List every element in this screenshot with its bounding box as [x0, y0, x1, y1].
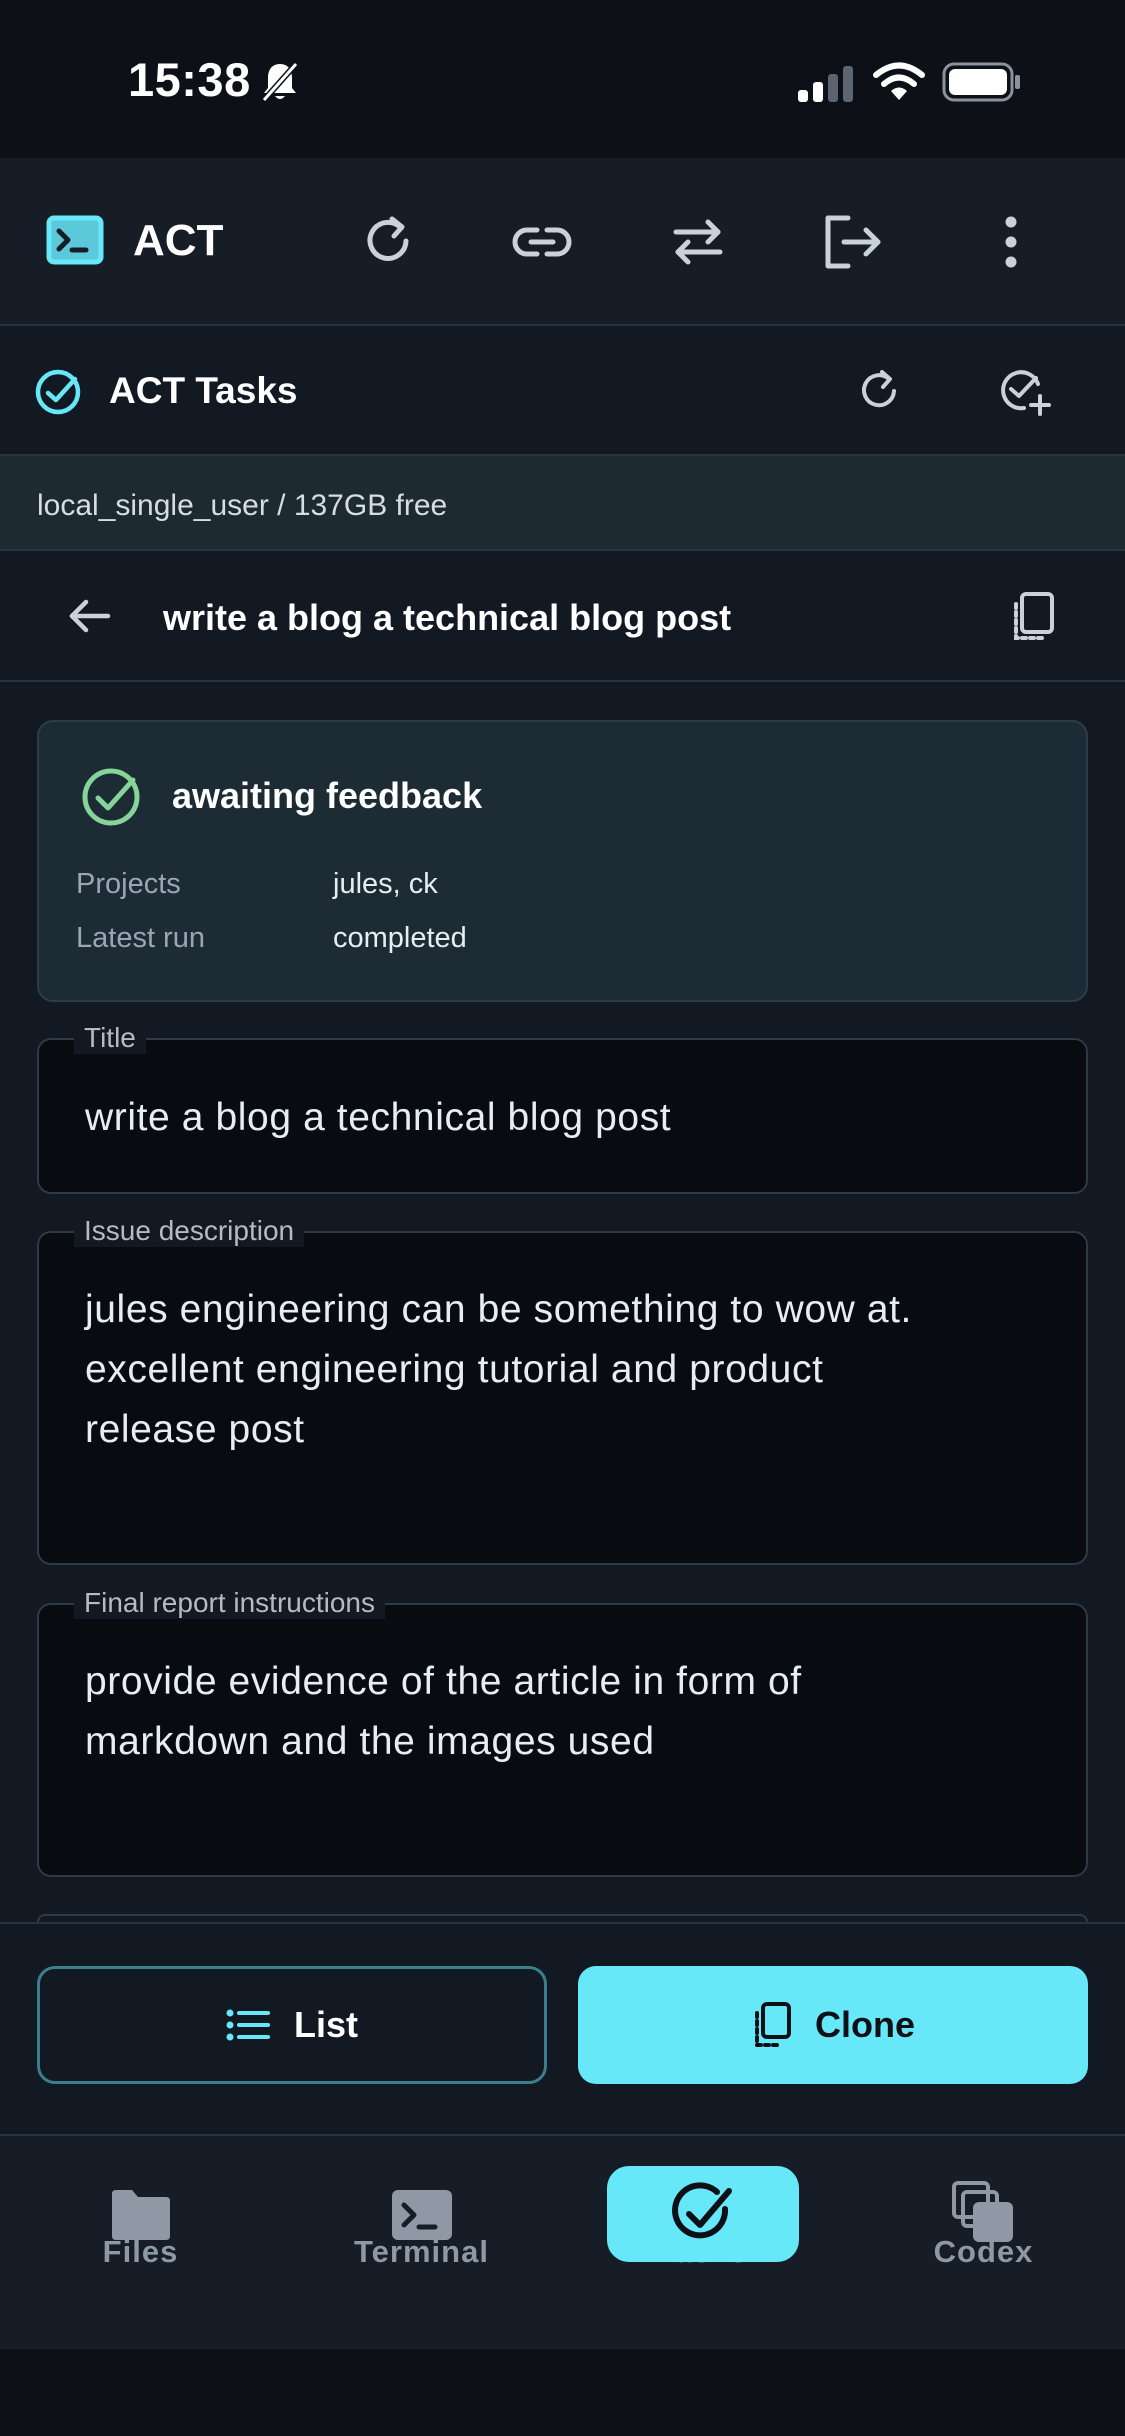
latest-run-value: completed — [333, 922, 467, 954]
task-status-label: awaiting feedback — [172, 775, 483, 816]
issue-description-label: Issue description — [74, 1215, 305, 1247]
clone-icon[interactable] — [1008, 590, 1058, 644]
refresh-icon[interactable] — [360, 213, 416, 269]
clone-button-label: Clone — [814, 2004, 915, 2045]
final-report-line-2: markdown and the images used — [85, 1720, 655, 1763]
next-field-edge — [37, 1914, 1088, 1922]
nav-tasks-label: Tasks — [657, 2234, 748, 2269]
nav-terminal[interactable]: Terminal — [281, 2134, 562, 2349]
task-status-card — [37, 720, 1088, 1002]
more-vertical-icon[interactable] — [996, 214, 1026, 270]
title-field-value: write a blog a technical blog post — [85, 1096, 672, 1139]
signal-icon — [796, 64, 856, 102]
add-task-icon[interactable] — [998, 364, 1054, 418]
projects-key: Projects — [76, 868, 181, 900]
list-button[interactable]: List — [37, 1966, 547, 2084]
storage-info-text: local_single_user / 137GB free — [37, 489, 448, 522]
issue-description-line-1: jules engineering can be something to wo… — [85, 1288, 912, 1331]
link-icon[interactable] — [510, 217, 574, 267]
title-field-label: Title — [74, 1022, 146, 1054]
nav-terminal-label: Terminal — [354, 2234, 489, 2269]
clone-button[interactable]: Clone — [578, 1966, 1088, 2084]
tasks-title: ACT Tasks — [109, 370, 298, 411]
projects-value: jules, ck — [333, 868, 438, 900]
list-button-label: List — [293, 2004, 358, 2045]
list-icon — [226, 2008, 270, 2042]
nav-files[interactable]: Files — [0, 2134, 281, 2349]
back-arrow-icon[interactable] — [66, 594, 114, 638]
final-report-line-1: provide evidence of the article in form … — [85, 1660, 802, 1703]
latest-run-key: Latest run — [76, 922, 205, 954]
wifi-icon — [872, 60, 926, 102]
clone-button-icon — [751, 2001, 793, 2049]
nav-tasks[interactable]: Tasks — [562, 2134, 843, 2349]
nav-files-label: Files — [102, 2234, 179, 2269]
final-report-label: Final report instructions — [74, 1587, 386, 1619]
app-title: ACT — [133, 216, 224, 265]
logout-icon[interactable] — [820, 212, 886, 272]
nav-codex[interactable]: Codex — [843, 2134, 1124, 2349]
issue-description-line-3: release post — [85, 1408, 305, 1451]
swap-icon[interactable] — [668, 216, 728, 268]
status-check-icon — [78, 764, 144, 830]
bell-off-icon — [260, 60, 300, 104]
status-time: 15:38 — [128, 53, 251, 106]
task-detail-title: write a blog a technical blog post — [163, 597, 732, 638]
battery-icon — [942, 62, 1022, 102]
refresh-tasks-icon[interactable] — [856, 368, 902, 414]
terminal-logo-icon — [46, 215, 104, 265]
home-indicator-area — [0, 2349, 1125, 2436]
issue-description-line-2: excellent engineering tutorial and produ… — [85, 1348, 824, 1391]
check-circle-icon — [33, 367, 83, 417]
nav-codex-label: Codex — [933, 2234, 1034, 2269]
